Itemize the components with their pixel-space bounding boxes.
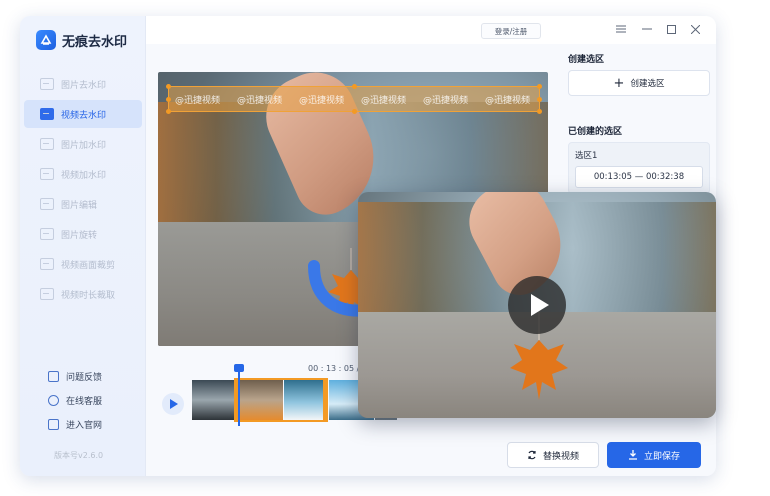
sidebar-bottom-links: 问题反馈在线客服进入官网 <box>48 364 102 436</box>
sidebar-item-label: 图片去水印 <box>61 80 107 91</box>
resize-handle[interactable] <box>537 84 542 89</box>
sidebar-item-label: 视频时长裁取 <box>61 290 116 301</box>
sidebar-item-5[interactable]: 图片旋转 <box>24 220 142 248</box>
save-button[interactable]: 立即保存 <box>607 442 701 468</box>
video-icon <box>40 108 54 120</box>
bottom-link-label: 在线客服 <box>66 396 103 407</box>
feedback-icon <box>48 370 59 382</box>
video-add-icon <box>40 168 54 180</box>
close-icon[interactable] <box>688 22 702 36</box>
sidebar-item-0[interactable]: 图片去水印 <box>24 70 142 98</box>
bottom-link-0[interactable]: 问题反馈 <box>48 364 102 388</box>
resize-handle[interactable] <box>166 84 171 89</box>
sidebar-item-label: 视频加水印 <box>61 170 107 181</box>
sidebar-item-2[interactable]: 图片加水印 <box>24 130 142 158</box>
bottom-link-2[interactable]: 进入官网 <box>48 412 102 436</box>
resize-handle[interactable] <box>166 97 171 102</box>
rotate-icon <box>40 228 54 240</box>
play-icon <box>170 399 178 409</box>
watermark-selection-box[interactable]: @迅捷视频 @迅捷视频 @迅捷视频 @迅捷视频 @迅捷视频 @迅捷视频 <box>166 84 542 114</box>
maximize-icon[interactable] <box>664 22 678 36</box>
watermark-text: @迅捷视频 <box>423 96 469 106</box>
support-icon <box>48 394 59 406</box>
sidebar-item-6[interactable]: 视频画面裁剪 <box>24 250 142 278</box>
created-section-title: 已创建的选区 <box>568 127 623 137</box>
create-section-title: 创建选区 <box>568 55 605 65</box>
timeline-selected-range[interactable] <box>234 378 328 422</box>
resize-handle[interactable] <box>537 97 542 102</box>
watermark-text: @迅捷视频 <box>175 96 221 106</box>
watermark-text: @迅捷视频 <box>299 96 345 106</box>
sidebar-item-3[interactable]: 视频加水印 <box>24 160 142 188</box>
sidebar-item-4[interactable]: 图片编辑 <box>24 190 142 218</box>
sidebar-item-label: 图片旋转 <box>61 230 98 241</box>
timeline-thumbnail <box>192 380 237 420</box>
sidebar-item-7[interactable]: 视频时长裁取 <box>24 280 142 308</box>
login-button[interactable]: 登录/注册 <box>481 23 541 39</box>
watermark-text: @迅捷视频 <box>361 96 407 106</box>
minimize-icon[interactable] <box>640 22 654 36</box>
app-title: 无痕去水印 <box>62 34 128 50</box>
sidebar: 无痕去水印 图片去水印视频去水印图片加水印视频加水印图片编辑图片旋转视频画面裁剪… <box>20 16 146 476</box>
region-name: 选区1 <box>575 151 598 161</box>
edit-icon <box>40 198 54 210</box>
bottom-link-label: 进入官网 <box>66 420 103 431</box>
menu-icon[interactable] <box>614 22 628 36</box>
replace-icon <box>528 450 536 460</box>
play-icon <box>530 294 549 316</box>
timeline-playhead[interactable] <box>234 364 244 426</box>
trim-icon <box>40 288 54 300</box>
resize-handle[interactable] <box>352 84 357 89</box>
sidebar-item-label: 视频画面裁剪 <box>61 260 116 271</box>
watermark-text: @迅捷视频 <box>485 96 531 106</box>
website-icon <box>48 418 59 430</box>
region-time-range[interactable]: 00:13:05 — 00:32:38 <box>575 166 703 188</box>
save-label: 立即保存 <box>643 451 680 462</box>
create-selection-button[interactable]: + 创建选区 <box>568 70 710 96</box>
replace-video-button[interactable]: 替换视频 <box>507 442 599 468</box>
sidebar-item-1[interactable]: 视频去水印 <box>24 100 142 128</box>
crop-icon <box>40 258 54 270</box>
resize-handle[interactable] <box>352 109 357 114</box>
sidebar-item-label: 图片加水印 <box>61 140 107 151</box>
image-add-icon <box>40 138 54 150</box>
image-icon <box>40 78 54 90</box>
watermark-text: @迅捷视频 <box>237 96 283 106</box>
sidebar-item-label: 图片编辑 <box>61 200 98 211</box>
resize-handle[interactable] <box>166 109 171 114</box>
brand: 无痕去水印 <box>36 29 127 51</box>
app-logo-icon <box>36 30 56 50</box>
replace-video-label: 替换视频 <box>542 451 579 462</box>
create-selection-label: 创建选区 <box>630 79 665 89</box>
result-preview[interactable] <box>358 192 716 418</box>
sidebar-nav: 图片去水印视频去水印图片加水印视频加水印图片编辑图片旋转视频画面裁剪 视频时长裁取 <box>24 70 142 310</box>
bottom-link-1[interactable]: 在线客服 <box>48 388 102 412</box>
title-bar: 登录/注册 <box>146 16 716 44</box>
plus-icon: + <box>613 75 625 91</box>
version-label: 版本号v2.6.0 <box>54 451 104 460</box>
preview-play-button[interactable] <box>508 276 566 334</box>
download-icon <box>628 450 637 460</box>
bottom-link-label: 问题反馈 <box>66 372 103 383</box>
timeline-play-button[interactable] <box>162 393 184 415</box>
sidebar-item-label: 视频去水印 <box>61 110 107 121</box>
region-card[interactable]: 选区1 00:13:05 — 00:32:38 <box>568 142 710 194</box>
resize-handle[interactable] <box>537 109 542 114</box>
